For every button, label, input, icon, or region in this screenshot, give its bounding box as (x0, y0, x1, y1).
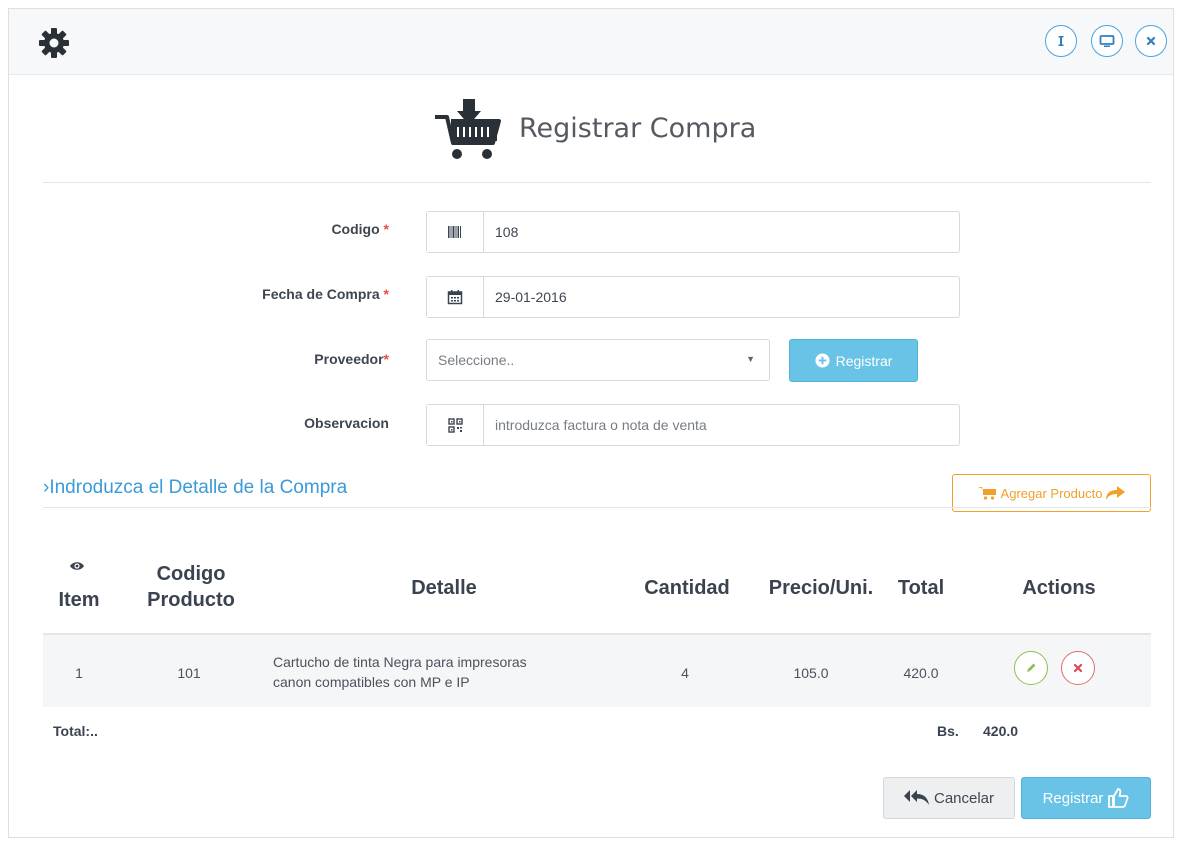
page-title: Registrar Compra (519, 113, 757, 144)
col-cantidad: Cantidad (644, 577, 730, 599)
edit-row-button[interactable] (1014, 651, 1048, 685)
dialog-titlebar (9, 9, 1173, 75)
submit-register-button[interactable]: Registrar (1021, 777, 1151, 819)
observacion-addon (427, 405, 484, 445)
proveedor-label: Proveedor* (314, 351, 389, 367)
detail-section-title[interactable]: ›Indroduzca el Detalle de la Compra (43, 477, 347, 499)
col-codigo: Codigo Producto (147, 563, 235, 611)
cart-download-icon (435, 99, 501, 159)
cell-detalle: Cartucho de tinta Negra para impresoras … (273, 654, 527, 690)
pencil-icon (1027, 663, 1036, 672)
col-item: Item (58, 589, 100, 611)
submit-label: Registrar (1042, 789, 1104, 807)
codigo-addon (427, 212, 484, 252)
cell-codigo: 101 (177, 665, 201, 681)
share-arrow-icon (1106, 486, 1126, 500)
proveedor-select[interactable]: Seleccione.. ▼ (426, 339, 770, 381)
cancel-label: Cancelar (933, 789, 995, 807)
codigo-input[interactable]: 108 (484, 212, 959, 252)
header-divider (43, 182, 1151, 183)
plus-circle-icon (815, 353, 830, 368)
add-product-label: Agregar Producto (1000, 485, 1103, 501)
close-icon (1073, 663, 1083, 673)
col-detalle: Detalle (411, 577, 477, 599)
proveedor-select-value: Seleccione.. (438, 352, 515, 368)
total-currency: Bs. (937, 723, 959, 739)
cancel-button[interactable]: Cancelar (883, 777, 1015, 819)
cell-item: 1 (75, 665, 83, 681)
cart-icon (977, 487, 996, 500)
info-button[interactable] (1045, 25, 1077, 57)
qrcode-icon (447, 417, 463, 433)
gear-icon[interactable] (37, 26, 71, 60)
register-provider-label: Registrar (835, 352, 893, 369)
detail-divider (43, 507, 1151, 508)
total-label: Total:.. (53, 723, 98, 739)
page-header: Registrar Compra (9, 75, 1173, 181)
cell-total: 420.0 (903, 665, 939, 681)
codigo-field[interactable]: 108 (426, 211, 960, 253)
fecha-addon (427, 277, 484, 317)
observacion-label: Observacion (304, 415, 389, 431)
required-mark: * (383, 286, 389, 302)
monitor-icon (1099, 35, 1115, 47)
col-precio: Precio/Uni. (768, 577, 874, 599)
barcode-icon (448, 226, 461, 238)
close-icon (1146, 36, 1156, 46)
maximize-button[interactable] (1091, 25, 1123, 57)
info-icon (1058, 36, 1064, 46)
fecha-field[interactable]: 29-01-2016 (426, 276, 960, 318)
observacion-input[interactable]: introduzca factura o nota de venta (484, 405, 959, 445)
eye-icon (70, 562, 84, 570)
cell-cantidad: 4 (681, 665, 689, 681)
calendar-icon (447, 290, 463, 305)
close-button[interactable] (1135, 25, 1167, 57)
col-actions: Actions (1022, 577, 1096, 599)
delete-row-button[interactable] (1061, 651, 1095, 685)
caret-down-icon: ▼ (746, 354, 755, 364)
thumbs-up-icon (1108, 788, 1130, 808)
codigo-label: Codigo * (331, 221, 389, 237)
total-value: 420.0 (983, 723, 1019, 739)
purchase-dialog: Registrar Compra Codigo * 108 Fecha de C… (8, 8, 1174, 838)
register-provider-button[interactable]: Registrar (789, 339, 918, 382)
cell-precio: 105.0 (793, 665, 829, 681)
fecha-input[interactable]: 29-01-2016 (484, 277, 959, 317)
reply-all-icon (903, 790, 929, 805)
col-total: Total (897, 577, 945, 599)
required-mark: * (383, 351, 389, 367)
observacion-field[interactable]: introduzca factura o nota de venta (426, 404, 960, 446)
fecha-label: Fecha de Compra * (262, 286, 389, 302)
required-mark: * (383, 221, 389, 237)
